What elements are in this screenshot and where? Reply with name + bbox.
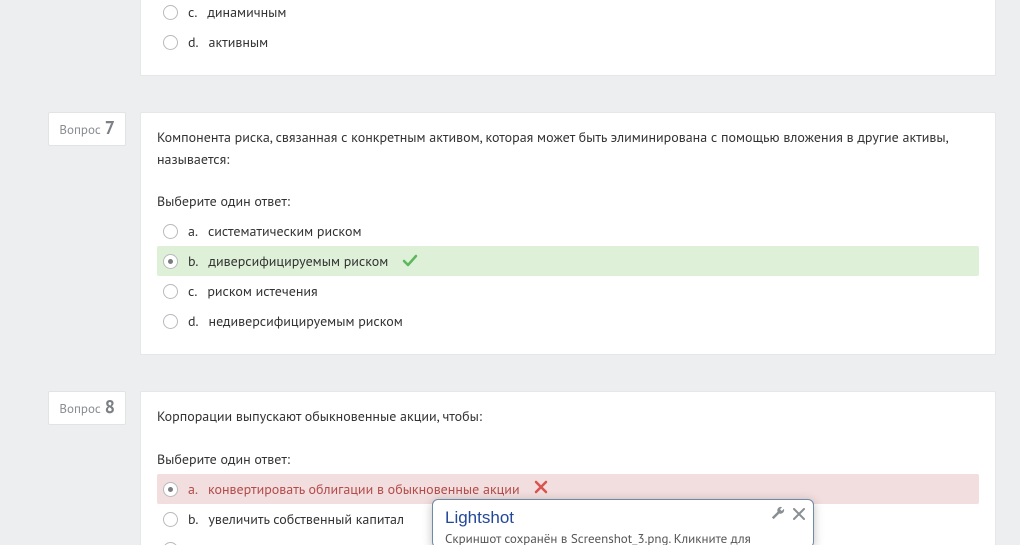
question-number-badge: Вопрос 8	[48, 391, 126, 425]
question-card: c. динамичным d. активным	[140, 0, 996, 76]
answer-text: мотивировать сотрудников	[207, 540, 372, 545]
answer-text: систематическим риском	[208, 222, 362, 240]
radio-icon[interactable]	[163, 254, 178, 269]
answer-option[interactable]: d. активным	[157, 27, 979, 57]
answer-letter: b.	[188, 510, 198, 528]
answer-text: динамичным	[207, 3, 286, 21]
radio-icon[interactable]	[163, 482, 178, 497]
question-card: Компонента риска, связанная с конкретным…	[140, 112, 996, 355]
answer-text: увеличить собственный капитал	[208, 510, 404, 528]
lightshot-subtitle: Скриншот сохранён в Screenshot_3.png. Кл…	[445, 530, 801, 545]
radio-icon[interactable]	[163, 512, 178, 527]
question-stem: Компонента риска, связанная с конкретным…	[157, 127, 979, 170]
choose-one-prompt: Выберите один ответ:	[157, 450, 979, 468]
answer-option-correct[interactable]: b. диверсифицируемым риском	[157, 246, 979, 276]
question-number-badge: Вопрос 7	[48, 112, 126, 146]
radio-icon[interactable]	[163, 35, 178, 50]
answer-text: недиверсифицируемым риском	[209, 312, 403, 330]
question-stem: Корпорации выпускают обыкновенные акции,…	[157, 406, 979, 428]
answer-text: риском истечения	[207, 282, 317, 300]
radio-icon[interactable]	[163, 5, 178, 20]
answer-letter: c.	[188, 540, 197, 545]
radio-icon[interactable]	[163, 542, 178, 545]
checkmark-icon	[402, 253, 418, 269]
wrench-icon[interactable]	[771, 506, 785, 524]
answer-text: диверсифицируемым риском	[208, 252, 388, 270]
answer-letter: a.	[188, 480, 198, 498]
answer-text: конвертировать облигации в обыкновенные …	[208, 480, 520, 498]
answer-letter: c.	[188, 3, 197, 21]
radio-icon[interactable]	[163, 284, 178, 299]
choose-one-prompt: Выберите один ответ:	[157, 192, 979, 210]
cross-icon	[534, 480, 548, 498]
answer-letter: d.	[188, 33, 199, 51]
answer-option[interactable]: d. недиверсифицируемым риском	[157, 306, 979, 336]
answer-option[interactable]: a. систематическим риском	[157, 216, 979, 246]
question-number: 8	[105, 396, 115, 418]
answer-letter: d.	[188, 312, 199, 330]
question-word: Вопрос	[59, 398, 100, 420]
lightshot-popup[interactable]: Lightshot Скриншот сохранён в Screenshot…	[432, 499, 814, 545]
answer-option[interactable]: c. динамичным	[157, 0, 979, 27]
answer-text: активным	[209, 33, 269, 51]
radio-icon[interactable]	[163, 224, 178, 239]
lightshot-title: Lightshot	[445, 508, 801, 528]
question-word: Вопрос	[59, 119, 100, 141]
close-icon[interactable]	[793, 506, 805, 524]
answer-letter: a.	[188, 222, 198, 240]
radio-icon[interactable]	[163, 314, 178, 329]
question-number: 7	[105, 117, 115, 139]
answer-letter: c.	[188, 282, 197, 300]
answer-option[interactable]: c. риском истечения	[157, 276, 979, 306]
answer-letter: b.	[188, 252, 198, 270]
